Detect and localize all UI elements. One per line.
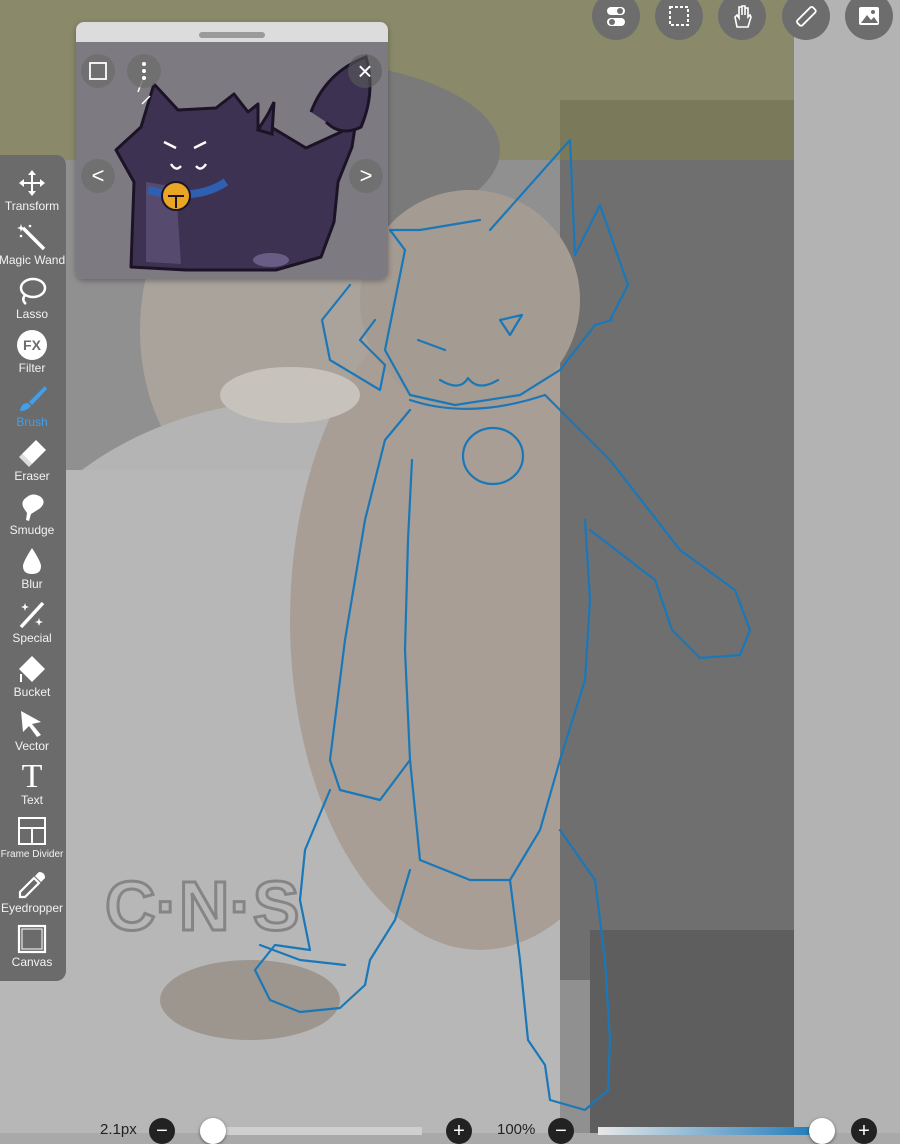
- sketch-ear-right: [488, 138, 630, 322]
- close-icon: ×: [357, 56, 373, 86]
- tool-label: Canvas: [11, 955, 53, 969]
- brush-size-slider[interactable]: [200, 1127, 422, 1135]
- reference-fit-button[interactable]: [81, 54, 115, 88]
- tool-text[interactable]: T Text: [0, 759, 64, 813]
- vertical-dots-icon: [142, 62, 146, 80]
- tool-label: Vector: [14, 739, 50, 753]
- plus-icon: +: [453, 1120, 465, 1142]
- tool-vector[interactable]: Vector: [0, 705, 64, 759]
- reference-image: [76, 42, 388, 279]
- tool-label: Blur: [21, 577, 43, 591]
- ruler-icon: [796, 6, 817, 27]
- reference-close-button[interactable]: ×: [348, 54, 382, 88]
- transform-icon: [16, 167, 48, 199]
- minus-icon: −: [555, 1120, 567, 1142]
- gallery-icon: [859, 7, 879, 25]
- square-frame-icon: [89, 62, 107, 80]
- tool-eraser[interactable]: Eraser: [0, 435, 64, 489]
- tool-label: Lasso: [15, 307, 49, 321]
- sketch-head: [383, 248, 614, 407]
- opacity-slider[interactable]: [598, 1127, 822, 1135]
- tool-filter[interactable]: FX Filter: [0, 327, 64, 381]
- reference-menu-button[interactable]: [127, 54, 161, 88]
- minus-icon: −: [156, 1120, 168, 1142]
- reference-character-art: [76, 42, 388, 279]
- sketch-eye-left: [416, 338, 447, 352]
- sketch-leg-left: [253, 788, 412, 1014]
- special-icon: [16, 599, 48, 631]
- tool-label: Transform: [4, 199, 60, 213]
- tool-label: Eraser: [14, 469, 50, 483]
- fx-icon: FX: [16, 329, 48, 361]
- reference-next-button[interactable]: >: [349, 159, 383, 193]
- brush-icon: [16, 383, 48, 415]
- tool-smudge[interactable]: Smudge: [0, 489, 64, 543]
- tool-label: Brush: [16, 415, 48, 429]
- blur-drop-icon: [16, 545, 48, 577]
- toggle-icon: [607, 7, 625, 26]
- tool-bucket[interactable]: Bucket: [0, 651, 64, 705]
- opacity-value: 100%: [497, 1121, 536, 1138]
- chevron-right-icon: >: [359, 163, 373, 188]
- tool-special[interactable]: Special: [0, 597, 64, 651]
- text-icon: T: [21, 758, 43, 795]
- tool-transform[interactable]: Transform: [0, 165, 64, 219]
- sketch-arm-right: [543, 393, 752, 660]
- tool-label: Filter: [18, 361, 46, 375]
- brush-size-slider-knob[interactable]: [200, 1118, 226, 1144]
- brush-size-increase-button[interactable]: +: [446, 1118, 472, 1144]
- reference-prev-button[interactable]: <: [81, 159, 115, 193]
- sketch-bell: [461, 426, 525, 486]
- sketch-belly: [408, 758, 512, 882]
- opacity-increase-button[interactable]: +: [851, 1118, 877, 1144]
- bucket-icon: [16, 653, 48, 685]
- frame-divider-icon: [16, 815, 48, 847]
- brush-size-value: 2.1px: [100, 1121, 137, 1138]
- tool-label: Eyedropper: [0, 901, 64, 915]
- eyedropper-icon: [16, 869, 48, 901]
- hand-icon: [734, 5, 752, 28]
- plus-icon: +: [858, 1120, 870, 1142]
- sketch-mouth: [438, 376, 500, 387]
- tool-label: Special: [12, 631, 52, 645]
- tool-lasso[interactable]: Lasso: [0, 273, 64, 327]
- lasso-icon: [16, 275, 48, 307]
- tool-frame-divider[interactable]: Frame Divider: [0, 813, 64, 867]
- opacity-slider-knob[interactable]: [809, 1118, 835, 1144]
- sketch-horn: [320, 283, 387, 392]
- sketch-ear-left: [388, 218, 482, 252]
- tool-label: Magic Wand: [0, 253, 66, 267]
- chevron-left-icon: <: [91, 163, 105, 188]
- tool-blur[interactable]: Blur: [0, 543, 64, 597]
- tool-canvas[interactable]: Canvas: [0, 921, 64, 975]
- brush-size-decrease-button[interactable]: −: [149, 1118, 175, 1144]
- tool-label: Bucket: [13, 685, 51, 699]
- sketch-eye-right: [498, 313, 524, 337]
- tool-palette: Transform Magic Wand Lasso FX Filter Bru…: [0, 155, 66, 981]
- eraser-icon: [16, 437, 48, 469]
- sketch-body-left: [328, 408, 414, 802]
- reference-window[interactable]: × < >: [76, 22, 388, 279]
- vector-cursor-icon: [16, 707, 48, 739]
- tool-label: Smudge: [9, 523, 55, 537]
- tool-magic-wand[interactable]: Magic Wand: [0, 219, 66, 273]
- smudge-icon: [16, 491, 48, 523]
- sketch-body-right: [508, 518, 592, 882]
- magic-wand-icon: [16, 221, 48, 253]
- sketch-leg-right: [508, 828, 612, 1112]
- reference-window-grip[interactable]: [199, 32, 265, 38]
- canvas-gutter: [794, 0, 900, 1133]
- opacity-decrease-button[interactable]: −: [548, 1118, 574, 1144]
- tool-eyedropper[interactable]: Eyedropper: [0, 867, 64, 921]
- fx-glyph: FX: [23, 337, 41, 353]
- canvas-icon: [16, 923, 48, 955]
- tool-brush[interactable]: Brush: [0, 381, 64, 435]
- selection-icon: [669, 6, 689, 26]
- tool-label: Frame Divider: [0, 849, 64, 860]
- tool-label: Text: [20, 793, 43, 807]
